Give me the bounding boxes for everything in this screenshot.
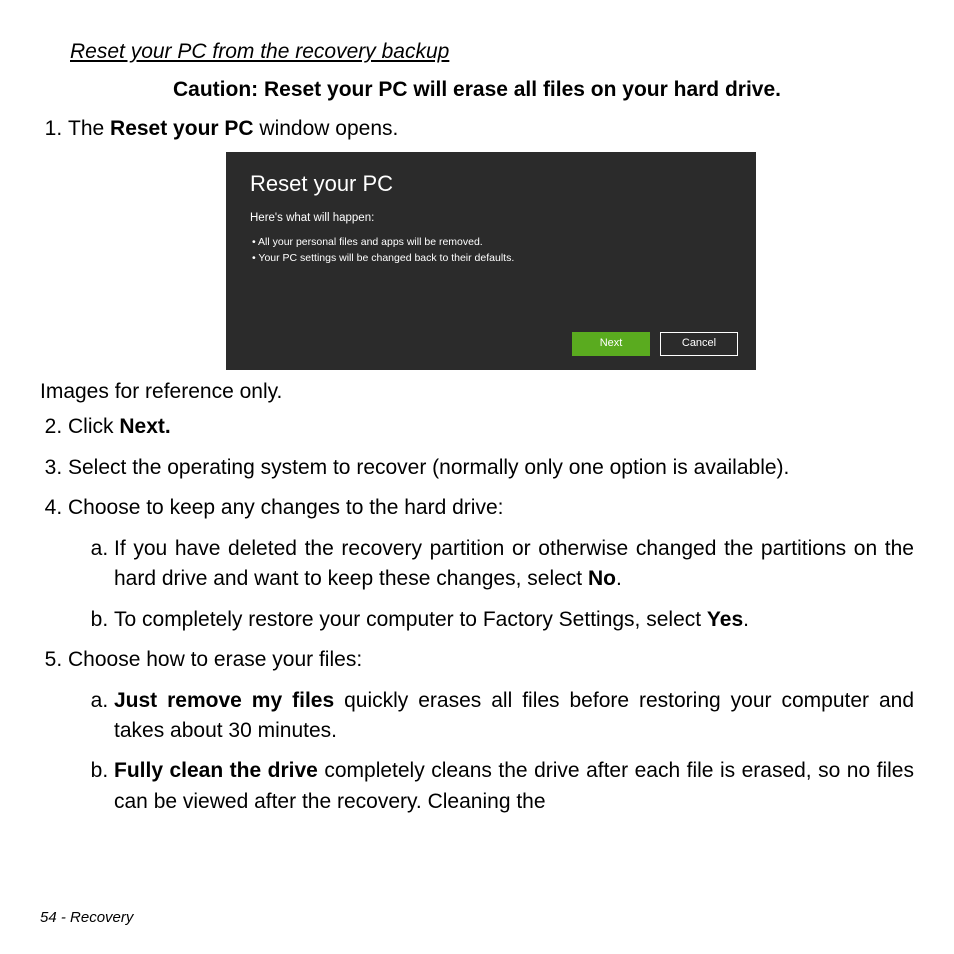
step-5-text: Choose how to erase your files: (68, 648, 362, 671)
step-4a-text: If you have deleted the recovery partiti… (114, 537, 914, 590)
step-4a-bold: No (588, 567, 616, 590)
page-footer: 54 - Recovery (40, 909, 133, 926)
step-5b-bold: Fully clean the drive (114, 759, 318, 782)
step-4a-dot: . (616, 567, 622, 590)
step-2-bold: Next. (119, 415, 170, 438)
step-1: The Reset your PC window opens. Reset yo… (68, 114, 914, 370)
image-caption: Images for reference only. (40, 380, 914, 404)
step-4: Choose to keep any changes to the hard d… (68, 493, 914, 635)
step-1-text-c: window opens. (254, 117, 399, 140)
step-5a-bold: Just remove my files (114, 689, 334, 712)
dialog-bullet-1: All your personal files and apps will be… (252, 235, 732, 251)
step-4b-text: To completely restore your computer to F… (114, 608, 707, 631)
step-5: Choose how to erase your files: Just rem… (68, 645, 914, 817)
step-3: Select the operating system to recover (… (68, 453, 914, 483)
section-heading: Reset your PC from the recovery backup (70, 40, 914, 64)
step-4b-bold: Yes (707, 608, 743, 631)
step-2-text: Click (68, 415, 119, 438)
caution-text: Caution: Reset your PC will erase all fi… (40, 78, 914, 102)
reset-pc-dialog: Reset your PC Here's what will happen: A… (226, 152, 756, 370)
step-1-text-a: The (68, 117, 110, 140)
step-4a: If you have deleted the recovery partiti… (114, 534, 914, 595)
cancel-button[interactable]: Cancel (660, 332, 738, 356)
step-4b: To completely restore your computer to F… (114, 605, 914, 635)
dialog-title: Reset your PC (250, 168, 732, 200)
step-4-text: Choose to keep any changes to the hard d… (68, 496, 503, 519)
step-1-bold: Reset your PC (110, 117, 254, 140)
next-button[interactable]: Next (572, 332, 650, 356)
dialog-subtitle: Here's what will happen: (250, 210, 732, 227)
dialog-bullet-2: Your PC settings will be changed back to… (252, 251, 732, 267)
step-2: Click Next. (68, 412, 914, 442)
step-4b-dot: . (743, 608, 749, 631)
step-5a: Just remove my files quickly erases all … (114, 686, 914, 747)
step-5b: Fully clean the drive completely cleans … (114, 756, 914, 817)
